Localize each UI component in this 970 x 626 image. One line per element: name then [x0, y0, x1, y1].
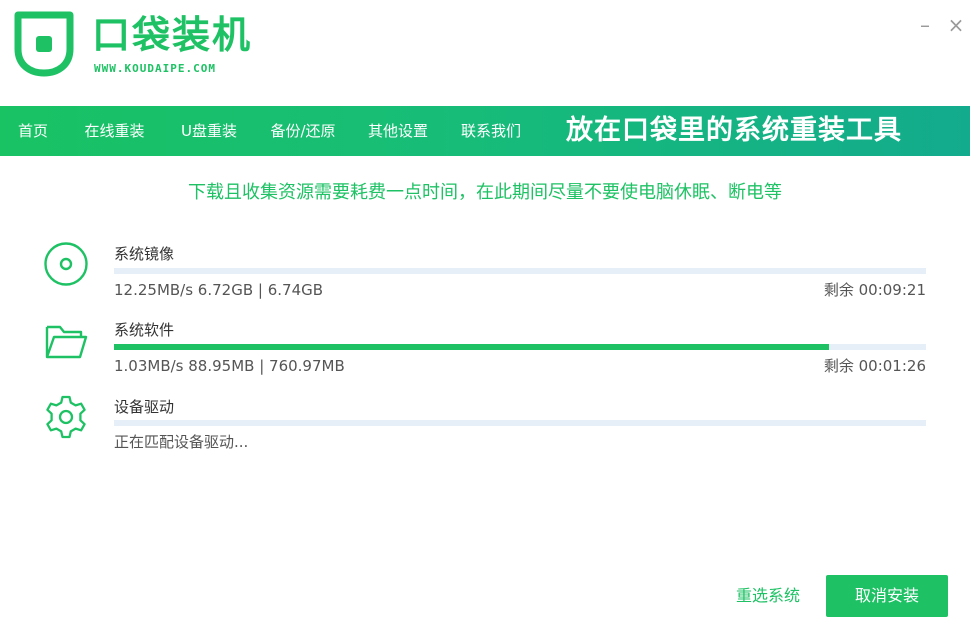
- progress-bar: [114, 268, 926, 274]
- task-stats: 12.25MB/s 6.72GB | 6.74GB: [114, 281, 324, 299]
- progress-fill: [114, 344, 829, 350]
- nav-item-contact-us[interactable]: 联系我们: [445, 106, 537, 156]
- nav-slogan: 放在口袋里的系统重装工具: [566, 115, 902, 146]
- nav-item-backup-restore[interactable]: 备份/还原: [255, 106, 351, 156]
- nav-item-usb-reinstall[interactable]: U盘重装: [163, 106, 255, 156]
- task-stats: 正在匹配设备驱动...: [114, 433, 249, 451]
- task-title: 系统软件: [114, 321, 175, 339]
- notice-text: 下载且收集资源需要耗费一点时间，在此期间尽量不要使电脑休眠、断电等: [188, 182, 782, 203]
- brand-name: 口袋装机: [92, 13, 253, 57]
- progress-bar: [114, 344, 926, 350]
- minimize-button[interactable]: –: [914, 14, 936, 36]
- nav-item-other-settings[interactable]: 其他设置: [351, 106, 445, 156]
- task-stats: 1.03MB/s 88.95MB | 760.97MB: [114, 357, 345, 375]
- shield-logo-icon: [14, 11, 74, 77]
- main-nav: 首页 在线重装 U盘重装 备份/还原 其他设置 联系我们 放在口袋里的系统重装工…: [0, 106, 970, 156]
- task-remaining: 剩余 00:09:21: [823, 281, 926, 299]
- folder-icon: [45, 325, 88, 359]
- close-button[interactable]: ×: [945, 14, 967, 36]
- cancel-install-button[interactable]: 取消安装: [826, 575, 948, 617]
- task-title: 系统镜像: [114, 245, 175, 263]
- progress-bar: [114, 420, 926, 426]
- disc-icon: [44, 242, 88, 286]
- task-title: 设备驱动: [114, 398, 175, 416]
- app-header: 口袋装机 WWW.KOUDAIPE.COM – ×: [0, 0, 970, 106]
- brand-url: WWW.KOUDAIPE.COM: [94, 62, 216, 75]
- task-remaining: 剩余 00:01:26: [823, 357, 926, 375]
- nav-item-online-reinstall[interactable]: 在线重装: [66, 106, 163, 156]
- reselect-system-button[interactable]: 重选系统: [736, 584, 800, 608]
- gear-icon: [46, 395, 86, 439]
- nav-item-home[interactable]: 首页: [0, 106, 66, 156]
